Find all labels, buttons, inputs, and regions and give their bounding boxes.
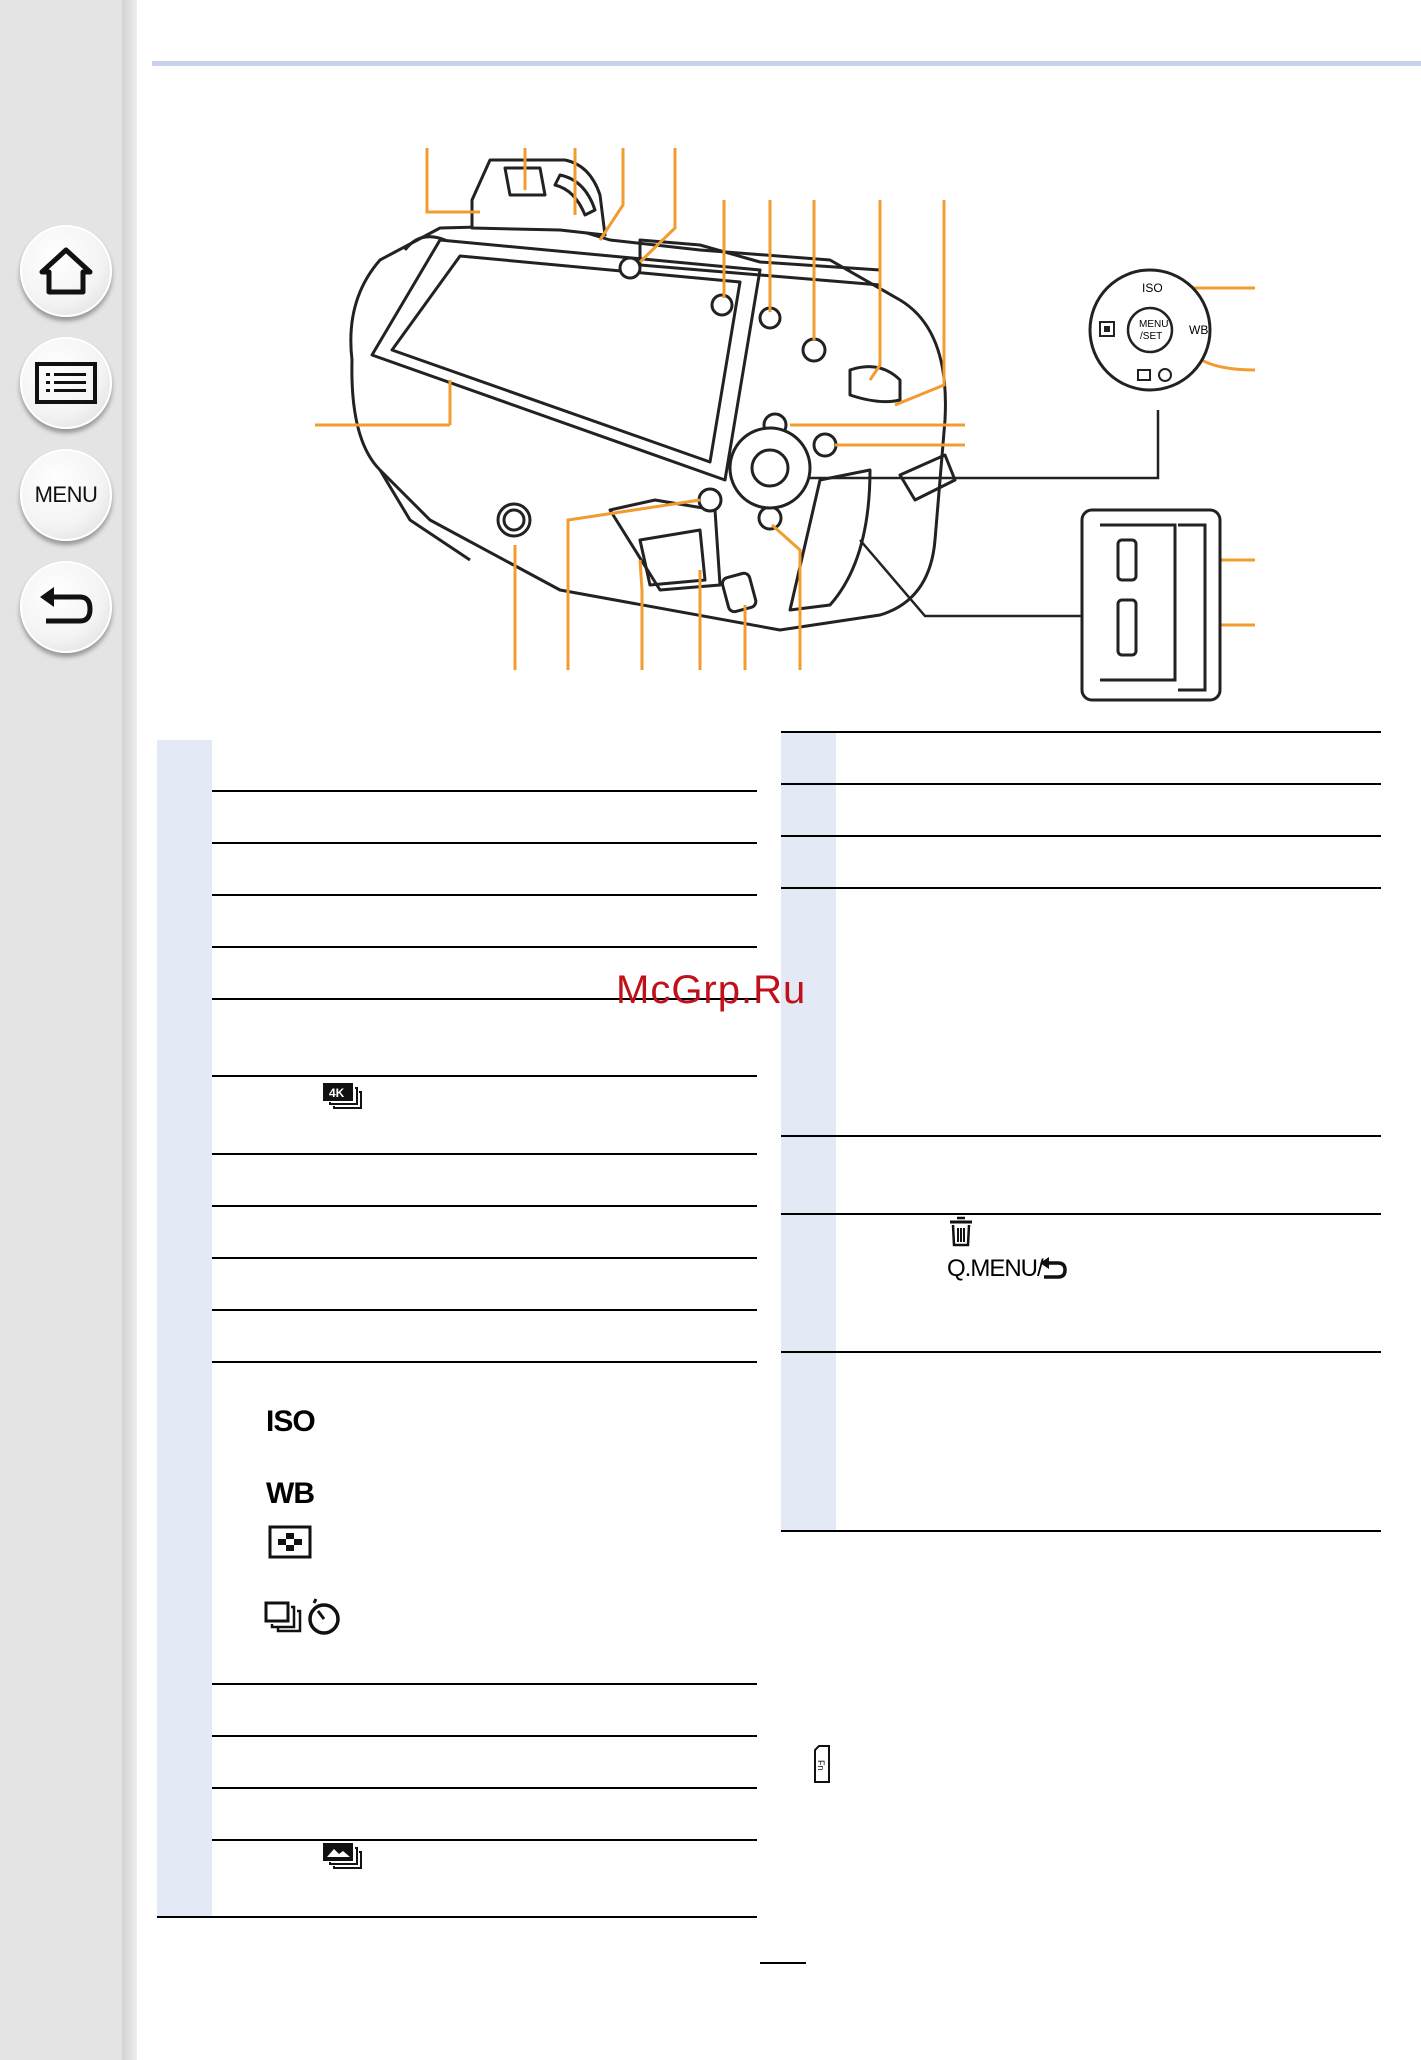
af-mode-icon xyxy=(268,1525,312,1559)
table-row xyxy=(781,785,1381,837)
table-row xyxy=(157,1259,757,1311)
table-row xyxy=(157,896,757,948)
post-focus-icon xyxy=(323,1843,362,1869)
table-row xyxy=(157,844,757,896)
return-icon xyxy=(1040,1257,1067,1279)
iso-icon: ISO xyxy=(266,1405,316,1438)
table-row xyxy=(157,1077,757,1155)
table-row xyxy=(157,1207,757,1259)
left-parts-table xyxy=(157,740,757,1918)
drive-mode-self-timer-icon xyxy=(264,1598,340,1635)
camera-rear-diagram xyxy=(315,148,1256,702)
menu-set-label-line2: /SET xyxy=(1140,331,1163,342)
table-row xyxy=(157,1311,757,1363)
table-row xyxy=(157,1789,757,1841)
table-bottom-rule xyxy=(157,1916,212,1918)
table-row xyxy=(157,1841,757,1918)
table-row xyxy=(781,1137,1381,1215)
wb-icon: WB xyxy=(266,1477,315,1510)
right-parts-table xyxy=(781,733,1381,1532)
qmenu-label: Q.MENU/ xyxy=(947,1255,1044,1282)
table-row xyxy=(157,1155,757,1207)
menu-set-label-line1: MENU xyxy=(1139,319,1169,330)
table-row xyxy=(781,1353,1381,1532)
iso-label: ISO xyxy=(1142,281,1163,295)
table-row xyxy=(781,889,1381,1137)
camera-body xyxy=(349,158,957,632)
table-row xyxy=(157,740,757,792)
table-row xyxy=(157,1363,757,1685)
4k-photo-icon: 4K xyxy=(323,1083,362,1109)
watermark: McGrp.Ru xyxy=(616,968,807,1012)
wb-label: WB xyxy=(1189,323,1209,337)
ports-inset xyxy=(1080,508,1222,702)
table-row xyxy=(157,1685,757,1737)
table-row xyxy=(157,792,757,844)
table-row xyxy=(781,837,1381,889)
page-number-rule xyxy=(760,1962,806,1964)
table-row xyxy=(781,733,1381,785)
fn-icon: Fn xyxy=(814,1745,830,1783)
table-row xyxy=(157,1737,757,1789)
svg-text:Fn: Fn xyxy=(816,1760,826,1771)
svg-text:4K: 4K xyxy=(329,1086,345,1100)
trash-icon xyxy=(950,1216,972,1247)
table-row xyxy=(781,1215,1381,1353)
